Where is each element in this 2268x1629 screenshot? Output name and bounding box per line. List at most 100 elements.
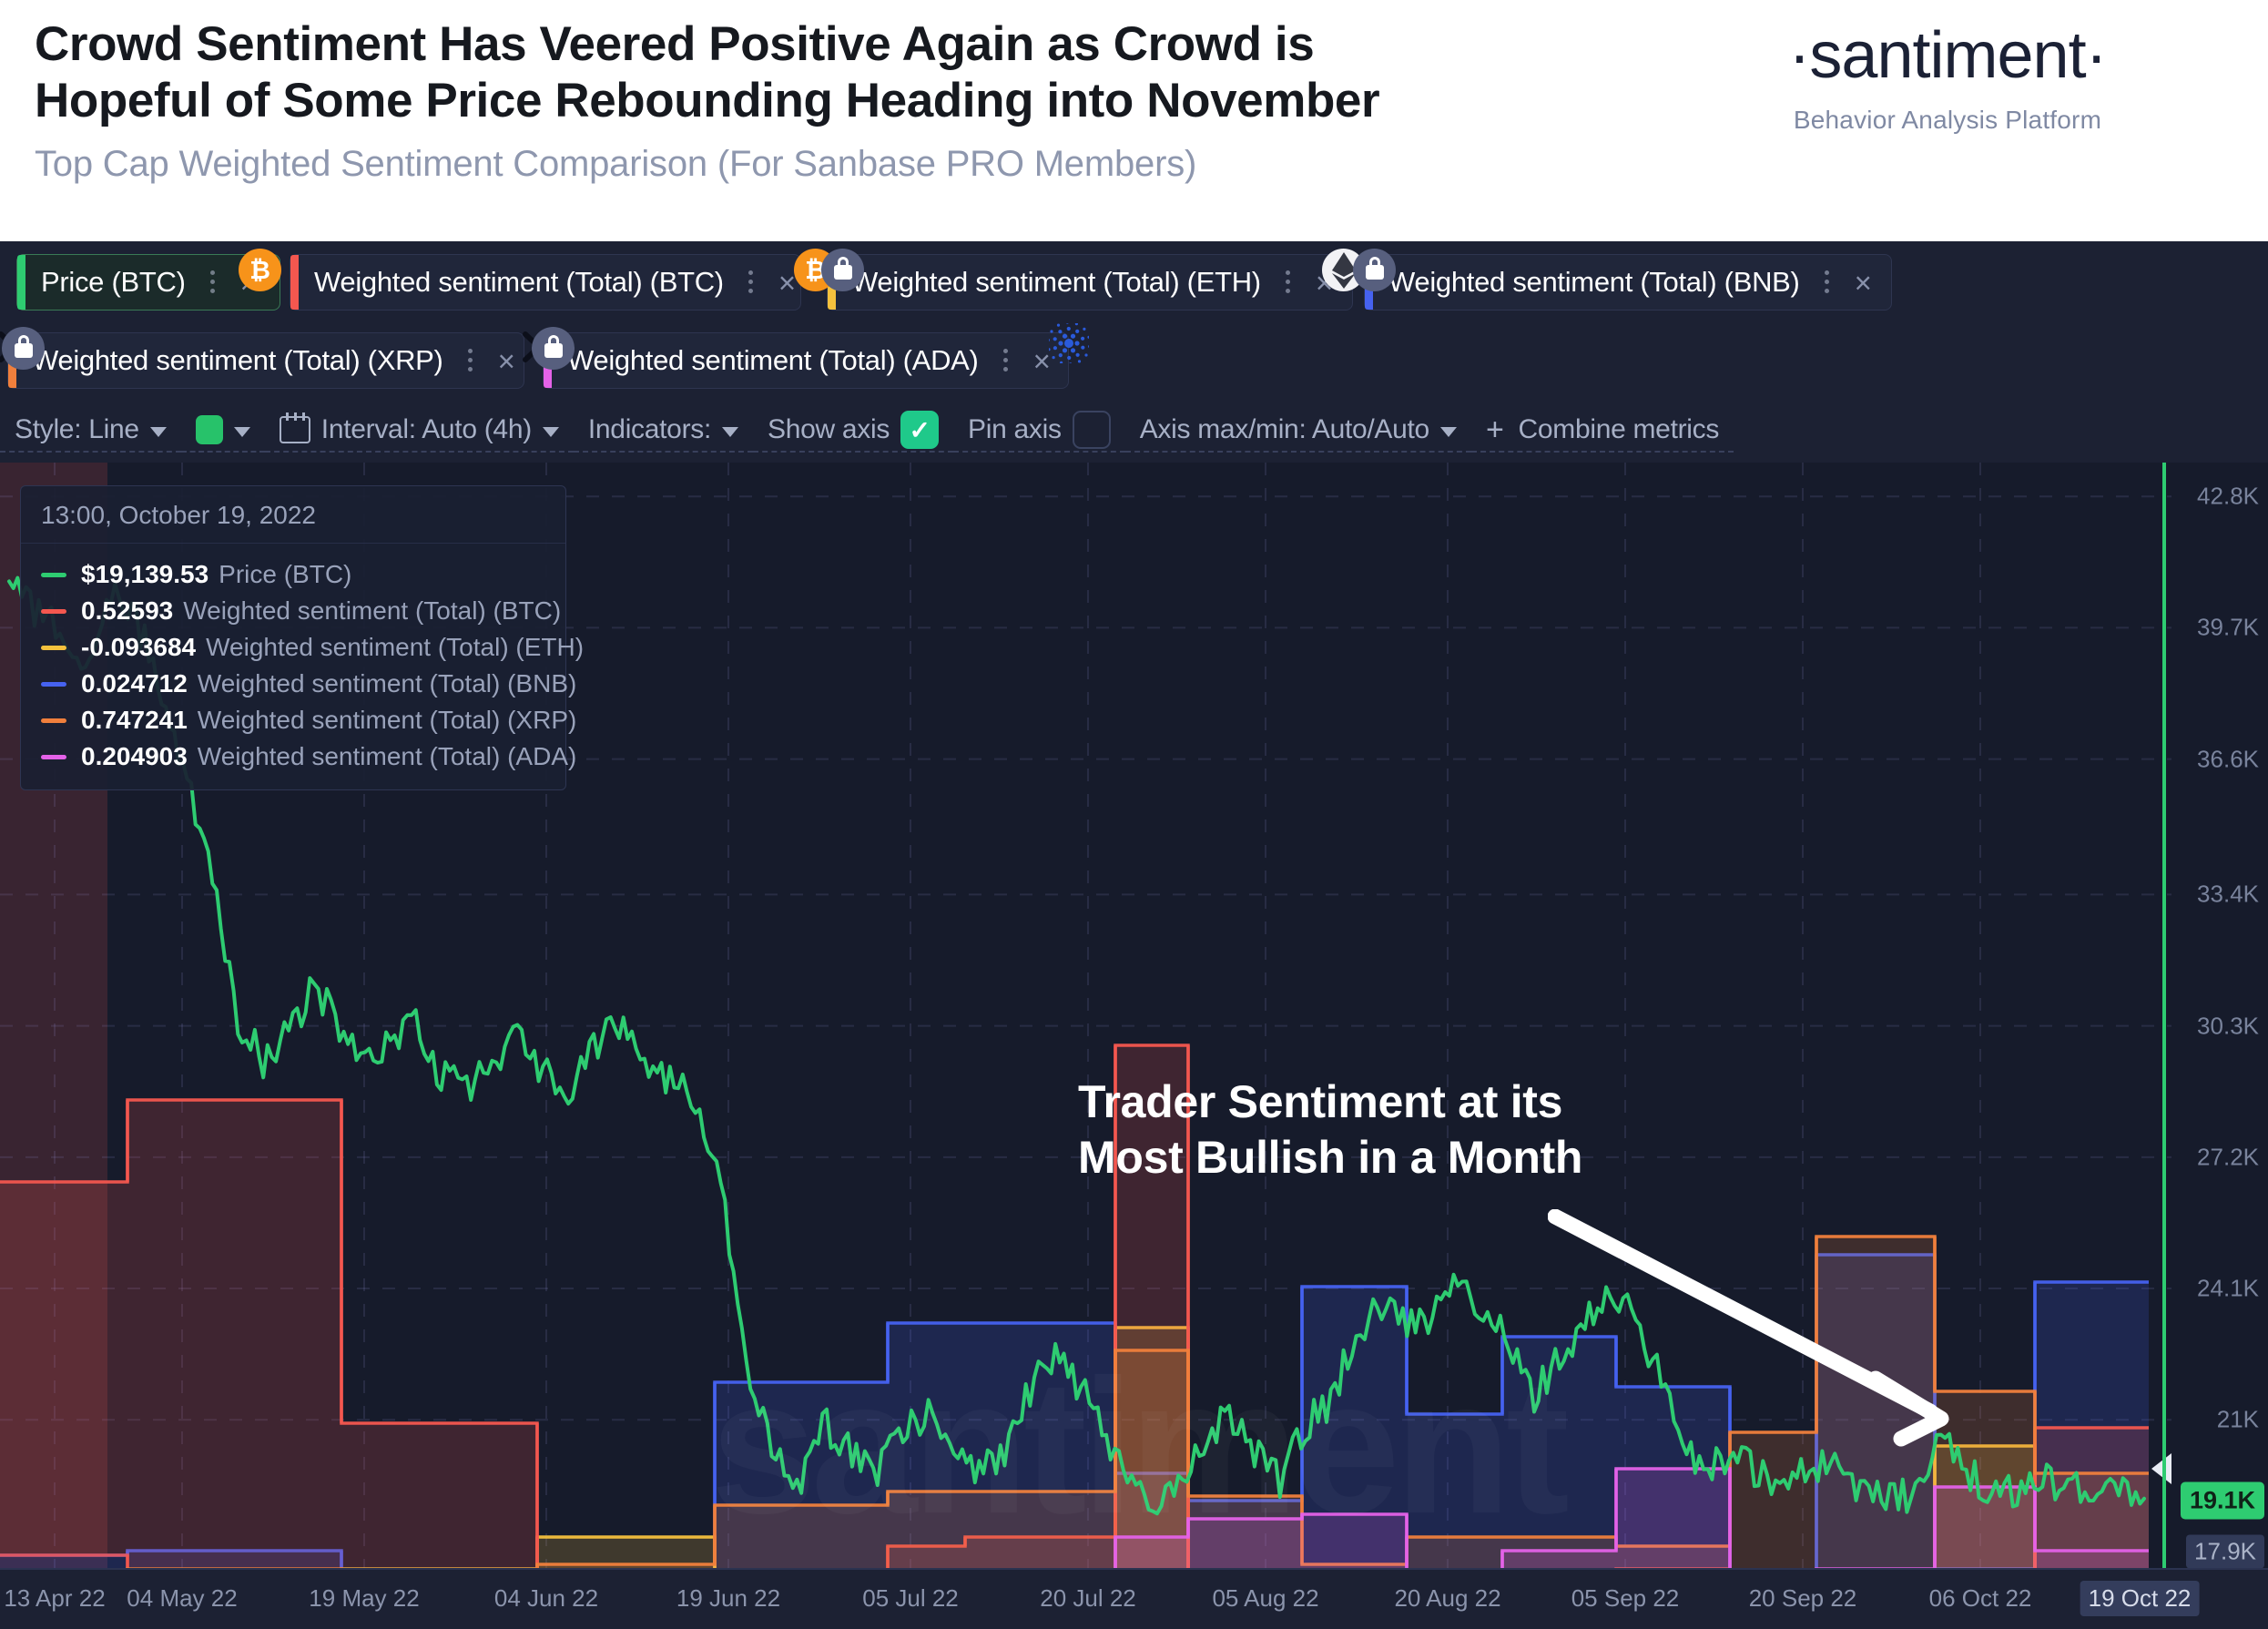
x-axis-tick: 04 May 22 bbox=[127, 1584, 238, 1612]
metric-tab-weighted-sentiment-total-bnb-[interactable]: Weighted sentiment (Total) (BNB) × bbox=[1364, 254, 1892, 311]
chevron-down-icon bbox=[149, 426, 167, 437]
axis-maxmin-label: Axis max/min: Auto/Auto bbox=[1139, 414, 1430, 444]
tooltip-value: 0.52593 bbox=[81, 596, 174, 625]
tooltip-value: 0.204903 bbox=[81, 742, 188, 770]
metric-color-swatch bbox=[17, 255, 25, 310]
tooltip-row: -0.093684 Weighted sentiment (Total) (ETH… bbox=[21, 629, 584, 666]
x-axis-tick: 04 Jun 22 bbox=[493, 1584, 599, 1612]
series-color-dash bbox=[41, 572, 66, 577]
chart-app: Price (BTC)×Weighted sentiment (Total) (… bbox=[0, 241, 2268, 1629]
tooltip-value: -0.093684 bbox=[81, 633, 197, 661]
chart-tooltip: 13:00, October 19, 2022 $19,139.53 Price … bbox=[20, 485, 584, 790]
brand-tagline: Behavior Analysis Platform bbox=[1793, 105, 2102, 134]
santiment-logo: ·santiment· Behavior Analysis Platform bbox=[1665, 19, 2230, 135]
metric-tab-row-2: Weighted sentiment (Total) (XRP) × Weighte… bbox=[0, 320, 2268, 398]
y-axis-tick: 39.7K bbox=[2197, 613, 2259, 641]
cursor-line bbox=[2162, 463, 2166, 1568]
indicators-dropdown[interactable]: Indicators: bbox=[573, 409, 753, 453]
tooltip-row: 0.204903 Weighted sentiment (Total) (ADA) bbox=[21, 738, 576, 775]
tooltip-value: $19,139.53 bbox=[81, 560, 209, 588]
x-axis-tick: 06 Oct 22 bbox=[1928, 1584, 2032, 1612]
color-swatch bbox=[195, 415, 223, 444]
tooltip-date: 13:00, October 19, 2022 bbox=[21, 486, 565, 544]
y-axis-tick: 30.3K bbox=[2197, 1012, 2259, 1040]
series-color-dash bbox=[41, 718, 66, 723]
tooltip-value: 0.024712 bbox=[81, 669, 188, 697]
x-axis[interactable]: 13 Apr 22 04 May 22 19 May 22 04 Jun 22 19 J… bbox=[0, 1568, 2268, 1629]
show-axis-label: Show axis bbox=[768, 414, 890, 444]
tooltip-series-name: Weighted sentiment (Total) (BNB) bbox=[197, 669, 577, 697]
x-axis-tick: 19 May 22 bbox=[309, 1584, 420, 1612]
metric-menu-icon[interactable] bbox=[200, 266, 224, 299]
metric-menu-icon[interactable] bbox=[1815, 266, 1838, 299]
indicators-label: Indicators: bbox=[587, 414, 711, 444]
y-axis-tick: 21K bbox=[2216, 1405, 2259, 1433]
x-axis-tick: 20 Aug 22 bbox=[1394, 1584, 1501, 1612]
brand-name: ·santiment· bbox=[1788, 19, 2107, 92]
chevron-down-icon bbox=[542, 426, 559, 437]
series-color-dash bbox=[41, 645, 66, 650]
metric-tab-row-1: Price (BTC)×Weighted sentiment (Total) (… bbox=[0, 241, 2268, 320]
y-axis-tick: 36.6K bbox=[2197, 745, 2259, 773]
tooltip-series-name: Weighted sentiment (Total) (ETH) bbox=[206, 633, 585, 661]
bitcoin-icon: ₿ bbox=[239, 249, 281, 291]
metric-menu-icon[interactable] bbox=[738, 266, 762, 299]
metric-tab-weighted-sentiment-total-btc-[interactable]: Weighted sentiment (Total) (BTC) × bbox=[290, 254, 801, 311]
metric-menu-icon[interactable] bbox=[1276, 266, 1299, 299]
tooltip-row: 0.024712 Weighted sentiment (Total) (BNB) bbox=[21, 666, 576, 702]
metric-tab-weighted-sentiment-total-eth-[interactable]: Weighted sentiment (Total) (ETH) × bbox=[827, 254, 1353, 311]
metric-close-icon[interactable]: × bbox=[1838, 268, 1892, 298]
plus-icon: + bbox=[1485, 412, 1504, 447]
x-axis-tick: 20 Jul 22 bbox=[1040, 1584, 1136, 1612]
tooltip-series-name: Weighted sentiment (Total) (BTC) bbox=[183, 596, 562, 625]
y-axis[interactable]: 42.8K 39.7K 36.6K 33.4K 30.3K 27.2K 24.1K 21K 19… bbox=[2171, 463, 2268, 1568]
lock-icon bbox=[2, 327, 45, 370]
pin-axis-toggle[interactable]: Pin axis bbox=[953, 409, 1125, 453]
chart-toolbar: Style: Line Interval: Auto (4h) Indicato… bbox=[0, 403, 2268, 458]
combine-metrics-button[interactable]: + Combine metrics bbox=[1470, 409, 1734, 453]
page-title: Crowd Sentiment Has Veered Positive Agai… bbox=[35, 17, 1380, 127]
cardano-icon bbox=[1047, 321, 1090, 364]
y-axis-tick: 27.2K bbox=[2197, 1143, 2259, 1171]
color-dropdown[interactable] bbox=[180, 409, 265, 453]
tooltip-series-name: Weighted sentiment (Total) (XRP) bbox=[197, 706, 577, 734]
calendar-icon bbox=[279, 412, 310, 443]
y-axis-min-badge: 17.9K bbox=[2186, 1534, 2264, 1568]
tooltip-series-name: Weighted sentiment (Total) (ADA) bbox=[197, 742, 577, 770]
metric-tab-label: Price (BTC) bbox=[41, 266, 186, 298]
metric-tab-label: Weighted sentiment (Total) (BNB) bbox=[1388, 266, 1800, 298]
tooltip-row: 0.747241 Weighted sentiment (Total) (XRP) bbox=[21, 702, 576, 738]
metric-tab-label: Weighted sentiment (Total) (XRP) bbox=[32, 344, 443, 376]
tooltip-rows: $19,139.53 Price (BTC) 0.52593 Weighted sen… bbox=[21, 544, 584, 789]
x-axis-tick: 19 Jun 22 bbox=[676, 1584, 781, 1612]
axis-maxmin-dropdown[interactable]: Axis max/min: Auto/Auto bbox=[1124, 409, 1471, 453]
pin-axis-checkbox[interactable] bbox=[1072, 411, 1111, 449]
metric-tab-label: Weighted sentiment (Total) (BTC) bbox=[314, 266, 724, 298]
y-axis-tick: 24.1K bbox=[2197, 1274, 2259, 1302]
y-axis-price-badge: 19.1K bbox=[2180, 1481, 2264, 1520]
metric-menu-icon[interactable] bbox=[993, 344, 1017, 377]
metric-tab-weighted-sentiment-total-xrp-[interactable]: Weighted sentiment (Total) (XRP) × bbox=[7, 332, 524, 389]
lock-icon bbox=[821, 249, 864, 291]
combine-metrics-label: Combine metrics bbox=[1518, 414, 1720, 444]
annotation-arrow-icon bbox=[1548, 1209, 1949, 1447]
metric-tab-label: Weighted sentiment (Total) (ETH) bbox=[851, 266, 1261, 298]
interval-label: Interval: Auto (4h) bbox=[320, 414, 532, 444]
chart-annotation: Trader Sentiment at its Most Bullish in … bbox=[1078, 1076, 1583, 1183]
metric-menu-icon[interactable] bbox=[458, 344, 482, 377]
show-axis-toggle[interactable]: Show axis ✓ bbox=[753, 409, 954, 453]
lock-icon bbox=[532, 327, 575, 370]
metric-tab-weighted-sentiment-total-ada-[interactable]: Weighted sentiment (Total) (ADA) × bbox=[543, 332, 1069, 389]
tooltip-value: 0.747241 bbox=[81, 706, 188, 734]
chevron-down-icon bbox=[1439, 426, 1457, 437]
style-label: Style: Line bbox=[15, 414, 139, 444]
show-axis-checkbox[interactable]: ✓ bbox=[900, 411, 940, 449]
tooltip-row: 0.52593 Weighted sentiment (Total) (BTC) bbox=[21, 593, 565, 629]
style-dropdown[interactable]: Style: Line bbox=[0, 409, 181, 453]
x-axis-tick: 05 Jul 22 bbox=[862, 1584, 959, 1612]
x-axis-tick: 20 Sep 22 bbox=[1748, 1584, 1857, 1612]
y-axis-tracker-icon bbox=[2151, 1452, 2171, 1484]
chart-canvas[interactable]: santiment Trader Sentiment at its Most B… bbox=[0, 463, 2268, 1568]
y-axis-tick: 42.8K bbox=[2197, 482, 2259, 510]
interval-dropdown[interactable]: Interval: Auto (4h) bbox=[264, 409, 574, 453]
